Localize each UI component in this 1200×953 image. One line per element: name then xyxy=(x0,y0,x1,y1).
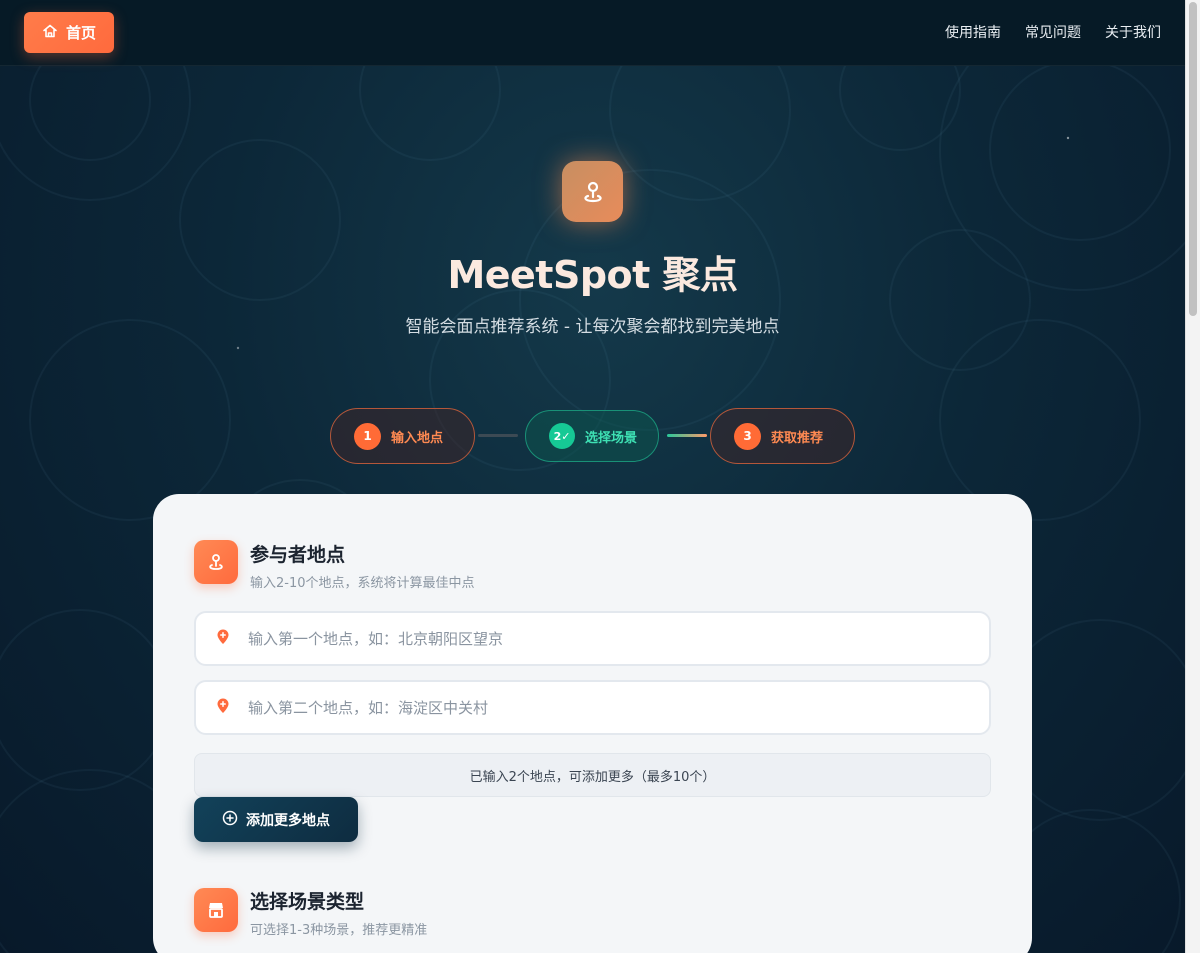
step-connector xyxy=(478,434,518,437)
participants-desc: 输入2-10个地点，系统将计算最佳中点 xyxy=(250,576,475,591)
page-scrollbar[interactable] xyxy=(1185,0,1200,953)
step-number: 1 xyxy=(354,422,381,450)
home-button[interactable]: 首页 xyxy=(24,12,114,53)
scene-title: 选择场景类型 xyxy=(250,891,365,913)
map-pin-icon xyxy=(215,698,231,718)
storefront-icon xyxy=(194,888,238,932)
location-input-1[interactable] xyxy=(194,611,991,666)
main-form-card: 参与者地点 输入2-10个地点，系统将计算最佳中点 已输入2个地点，可添加更多（… xyxy=(153,494,1032,953)
map-pin-icon xyxy=(215,629,231,649)
step-number: 2✓ xyxy=(549,423,575,449)
participants-title: 参与者地点 xyxy=(250,544,346,566)
home-label: 首页 xyxy=(65,24,96,42)
scrollbar-thumb[interactable] xyxy=(1189,2,1197,316)
step-select-scene[interactable]: 2✓ 选择场景 xyxy=(525,410,659,462)
location-input-2[interactable] xyxy=(194,680,991,735)
step-label: 选择场景 xyxy=(585,430,638,446)
home-icon xyxy=(42,23,58,43)
nav-link-faq[interactable]: 常见问题 xyxy=(1025,22,1081,42)
step-get-recommendation[interactable]: 3 获取推荐 xyxy=(710,408,855,464)
page-subtitle: 智能会面点推荐系统 - 让每次聚会都找到完美地点 xyxy=(405,317,780,337)
location-field-2[interactable] xyxy=(248,698,968,717)
top-navbar: 首页 使用指南 常见问题 关于我们 xyxy=(0,0,1185,66)
step-label: 输入地点 xyxy=(391,430,444,446)
add-location-button[interactable]: 添加更多地点 xyxy=(194,797,358,842)
step-label: 获取推荐 xyxy=(771,430,824,446)
add-location-label: 添加更多地点 xyxy=(246,812,330,829)
nav-link-about[interactable]: 关于我们 xyxy=(1105,22,1161,42)
step-number: 3 xyxy=(734,422,761,450)
nav-link-guide[interactable]: 使用指南 xyxy=(945,22,1001,42)
nav-links: 使用指南 常见问题 关于我们 xyxy=(945,22,1161,42)
step-input-location[interactable]: 1 输入地点 xyxy=(330,408,475,464)
location-pin-icon xyxy=(562,161,623,222)
plus-circle-icon xyxy=(222,810,238,830)
step-connector xyxy=(667,434,707,437)
location-pin-icon xyxy=(194,540,238,584)
location-count-status: 已输入2个地点，可添加更多（最多10个） xyxy=(194,753,991,797)
scene-desc: 可选择1-3种场景，推荐更精准 xyxy=(250,923,428,938)
page-title: MeetSpot 聚点 xyxy=(447,253,738,297)
location-field-1[interactable] xyxy=(248,629,968,648)
